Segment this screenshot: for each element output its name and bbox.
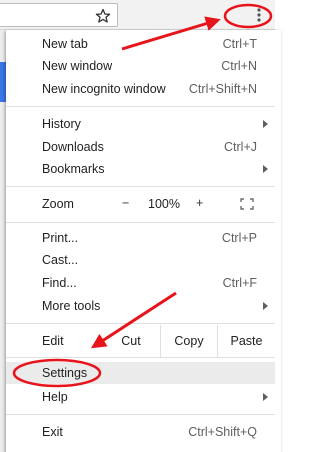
menu-item-new-tab[interactable]: New tab Ctrl+T	[6, 33, 275, 55]
menu-separator	[6, 414, 275, 415]
menu-item-new-window[interactable]: New window Ctrl+N	[6, 55, 275, 77]
menu-separator	[6, 323, 275, 324]
cut-button[interactable]: Cut	[102, 325, 160, 357]
menu-item-label: History	[42, 117, 81, 131]
submenu-arrow-icon	[263, 302, 268, 310]
menu-item-label: New window	[42, 59, 113, 73]
menu-item-shortcut: Ctrl+N	[221, 59, 257, 73]
copy-button-label: Copy	[174, 334, 204, 348]
submenu-arrow-icon	[263, 120, 268, 128]
zoom-row: Zoom − 100% +	[6, 189, 275, 219]
menu-item-new-incognito-window[interactable]: New incognito window Ctrl+Shift+N	[6, 78, 275, 100]
submenu-arrow-icon	[263, 165, 268, 173]
zoom-out-button[interactable]: −	[122, 196, 129, 210]
menu-item-label: Exit	[42, 425, 63, 439]
menu-item-label: Cast...	[42, 253, 79, 267]
menu-item-label: Find...	[42, 276, 77, 290]
zoom-in-button[interactable]: +	[196, 196, 203, 210]
menu-item-shortcut: Ctrl+F	[222, 276, 257, 290]
menu-item-shortcut: Ctrl+Shift+Q	[188, 425, 257, 439]
menu-item-label: Help	[42, 390, 68, 404]
zoom-level: 100%	[148, 197, 180, 211]
menu-item-shortcut: Ctrl+T	[222, 37, 257, 51]
menu-item-bookmarks[interactable]: Bookmarks	[6, 158, 275, 180]
menu-item-print[interactable]: Print... Ctrl+P	[6, 227, 275, 249]
menu-item-label: More tools	[42, 299, 101, 313]
chrome-main-menu: New tab Ctrl+T New window Ctrl+N New inc…	[6, 30, 281, 452]
edit-label: Edit	[42, 334, 64, 348]
cut-button-label: Cut	[121, 334, 141, 348]
menu-item-find[interactable]: Find... Ctrl+F	[6, 272, 275, 294]
menu-item-label: Downloads	[42, 140, 104, 154]
menu-item-label: Bookmarks	[42, 162, 105, 176]
menu-item-shortcut: Ctrl+Shift+N	[188, 82, 257, 96]
paste-button-label: Paste	[230, 334, 263, 348]
menu-item-label: New incognito window	[42, 82, 166, 96]
menu-item-shortcut: Ctrl+J	[224, 140, 257, 154]
menu-item-more-tools[interactable]: More tools	[6, 295, 275, 317]
zoom-label: Zoom	[42, 197, 74, 211]
menu-separator	[6, 222, 275, 223]
address-bar[interactable]	[0, 3, 118, 27]
fullscreen-icon[interactable]	[240, 198, 254, 210]
menu-separator	[6, 106, 275, 107]
menu-item-label: Settings	[42, 366, 88, 380]
paste-button[interactable]: Paste	[217, 325, 275, 357]
edit-row: Edit Cut Copy Paste	[6, 325, 275, 357]
browser-toolbar	[0, 0, 275, 30]
menu-item-exit[interactable]: Exit Ctrl+Shift+Q	[6, 421, 275, 443]
submenu-arrow-icon	[263, 393, 268, 401]
menu-item-label: Print...	[42, 231, 79, 245]
star-icon[interactable]	[95, 8, 111, 24]
copy-button[interactable]: Copy	[160, 325, 217, 357]
menu-item-label: New tab	[42, 37, 88, 51]
menu-item-cast[interactable]: Cast...	[6, 249, 275, 271]
three-dot-menu-icon[interactable]	[251, 7, 267, 23]
menu-item-history[interactable]: History	[6, 113, 275, 135]
menu-item-downloads[interactable]: Downloads Ctrl+J	[6, 136, 275, 158]
menu-item-shortcut: Ctrl+P	[221, 231, 257, 245]
menu-item-settings[interactable]: Settings	[6, 362, 275, 384]
menu-separator	[6, 186, 275, 187]
menu-separator	[6, 357, 275, 358]
menu-item-help[interactable]: Help	[6, 386, 275, 408]
